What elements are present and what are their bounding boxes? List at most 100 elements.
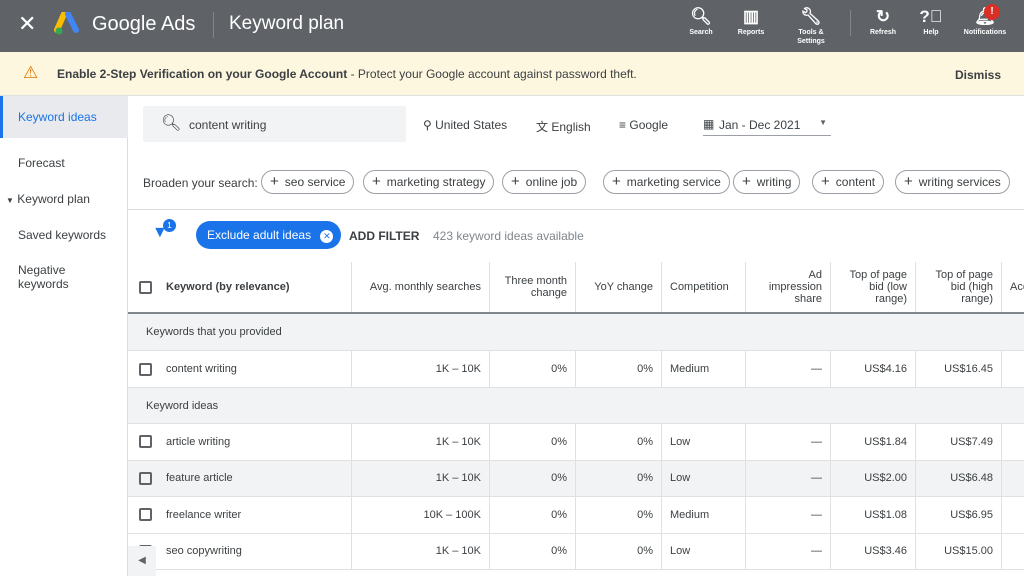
table-cell: 0% xyxy=(490,497,576,533)
toolbar-reports-button[interactable]: ▥ Reports xyxy=(726,7,776,37)
table-row: freelance writer 10K – 100K 0% 0% Medium — US$… xyxy=(128,497,1024,534)
sidebar-item-keyword-ideas[interactable]: Keyword ideas xyxy=(0,96,128,138)
broaden-chip[interactable]: + seo service xyxy=(261,170,355,194)
table-cell: Low xyxy=(662,533,746,569)
plus-icon: + xyxy=(742,173,751,190)
toolbar-search-button[interactable]: 🔍︎ Search xyxy=(676,7,726,37)
table-cell: 0% xyxy=(490,424,576,460)
table-cell: — xyxy=(746,497,831,533)
column-header[interactable]: YoY change xyxy=(576,262,662,312)
remove-filter-icon[interactable]: ✕ xyxy=(320,230,334,243)
page-title: Keyword plan xyxy=(229,13,345,34)
row-checkbox[interactable] xyxy=(139,362,152,376)
table-cell: Low xyxy=(662,460,746,496)
broaden-chip[interactable]: + content xyxy=(812,170,885,194)
table-row: article writing 1K – 10K 0% 0% Low — US$1.84 US… xyxy=(128,424,1024,461)
banner-text: Enable 2-Step Verification on your Googl… xyxy=(57,67,637,81)
sidebar-item-forecast[interactable]: Forecast xyxy=(0,156,128,170)
table-cell: 0% xyxy=(576,497,662,533)
column-header[interactable]: Three month change xyxy=(490,262,576,312)
close-icon[interactable]: ✕ xyxy=(18,11,36,37)
google-ads-logo xyxy=(54,12,79,35)
table-cell: US$3.46 xyxy=(831,533,916,569)
table-cell: US$2.00 xyxy=(831,460,916,496)
plus-icon: + xyxy=(821,173,830,190)
language-selector[interactable]: 文 English xyxy=(536,118,591,135)
column-header[interactable]: Avg. monthly searches xyxy=(352,262,490,312)
divider xyxy=(850,10,851,36)
translate-icon: 文 xyxy=(536,120,549,134)
broaden-chip[interactable]: + writing xyxy=(733,170,801,194)
network-selector[interactable]: ≡ Google xyxy=(619,118,668,132)
table-cell: 0% xyxy=(490,533,576,569)
row-checkbox[interactable] xyxy=(139,471,152,485)
filter-count-badge: 1 xyxy=(163,219,176,232)
broaden-chip[interactable]: + marketing strategy xyxy=(363,170,495,194)
plus-icon: + xyxy=(372,173,381,190)
row-checkbox[interactable] xyxy=(139,280,152,294)
group-header: Keywords that you provided xyxy=(128,314,1024,351)
toolbar-help-button[interactable]: ?⃝ Help xyxy=(906,7,956,37)
search-icon: 🔍︎ xyxy=(161,115,182,132)
row-checkbox[interactable] xyxy=(139,508,152,522)
broaden-chip[interactable]: + marketing service xyxy=(603,170,730,194)
exclude-adult-ideas-chip[interactable]: Exclude adult ideas ✕ xyxy=(196,221,342,249)
refresh-icon: ↻ xyxy=(875,7,891,26)
table-cell: Medium xyxy=(662,351,746,387)
table-header: Keyword (by relevance) Avg. monthly searc… xyxy=(128,262,1024,314)
row-checkbox[interactable] xyxy=(139,435,152,449)
table-row: seo copywriting 1K – 10K 0% 0% Low — US$3.46 US… xyxy=(128,533,1024,570)
column-header[interactable]: Keyword (by relevance) xyxy=(128,262,352,312)
column-header[interactable]: Top of page bid (high range) xyxy=(916,262,1002,312)
sidebar-item-saved-keywords[interactable]: Saved keywords xyxy=(0,228,128,242)
keyword-search-input[interactable]: 🔍︎ content writing xyxy=(143,106,406,142)
table-cell: US$6.95 xyxy=(916,497,1002,533)
add-filter-button[interactable]: ADD FILTER xyxy=(349,229,419,243)
column-header[interactable]: Competition xyxy=(662,262,746,312)
available-count: 423 keyword ideas available xyxy=(433,229,584,243)
reports-icon: ▥ xyxy=(742,7,760,26)
table-cell: 0% xyxy=(490,460,576,496)
group-header: Keyword ideas xyxy=(128,388,1024,424)
location-selector[interactable]: ⚲ United States xyxy=(423,118,507,132)
table-cell: — xyxy=(746,424,831,460)
location-pin-icon: ⚲ xyxy=(423,118,432,132)
toolbar-tools-settings-button[interactable]: 🔧︎ Tools & Settings xyxy=(786,7,836,46)
table-cell: 0% xyxy=(490,351,576,387)
main-panel: 🔍︎ content writing ⚲ United States 文 Eng… xyxy=(128,96,1024,576)
table-cell: article writing xyxy=(128,424,352,460)
sidebar-item-negative-keywords[interactable]: Negative keywords xyxy=(0,263,90,291)
table-cell: 0% xyxy=(576,533,662,569)
table-cell: — xyxy=(746,533,831,569)
date-range-dropdown[interactable]: ▦ Jan - Dec 2021 ▼ xyxy=(703,108,831,136)
table-cell: 1K – 10K xyxy=(352,351,490,387)
plus-icon: + xyxy=(270,173,279,190)
plus-icon: + xyxy=(612,173,621,190)
column-header[interactable]: Top of page bid (low range) xyxy=(831,262,916,312)
network-icon: ≡ xyxy=(619,118,627,132)
table-cell: 0% xyxy=(576,351,662,387)
brand-name: Google Ads xyxy=(92,13,196,35)
divider xyxy=(213,12,214,38)
chevron-down-icon: ▼ xyxy=(819,118,827,127)
broaden-label: Broaden your search: xyxy=(143,176,258,190)
table-cell: 1K – 10K xyxy=(352,460,490,496)
verification-banner: ⚠ Enable 2-Step Verification on your Goo… xyxy=(0,52,1024,96)
sidebar-item-keyword-plan[interactable]: ▼ Keyword plan xyxy=(0,192,128,206)
table-cell: US$4.16 xyxy=(831,351,916,387)
scroll-left-button[interactable]: ◀ xyxy=(128,546,156,576)
table-cell: US$15.00 xyxy=(916,533,1002,569)
broaden-chip[interactable]: + writing services xyxy=(895,170,1010,194)
broaden-chip[interactable]: + online job xyxy=(502,170,587,194)
column-header[interactable]: Acc xyxy=(1002,262,1024,312)
table-cell: 1K – 10K xyxy=(352,533,490,569)
search-icon: 🔍︎ xyxy=(690,7,712,26)
calendar-icon: ▦ xyxy=(703,117,715,131)
sidebar: Keyword ideas Forecast ▼ Keyword plan Sa… xyxy=(0,96,128,576)
dismiss-button[interactable]: Dismiss xyxy=(955,68,1001,82)
filter-bar: ▼ 1 Exclude adult ideas ✕ ADD FILTER 423… xyxy=(128,210,1024,262)
table-cell: 10K – 100K xyxy=(352,497,490,533)
toolbar-refresh-button[interactable]: ↻ Refresh xyxy=(858,7,908,37)
table-row: content writing 1K – 10K 0% 0% Medium — US$4.1… xyxy=(128,351,1024,388)
column-header[interactable]: Ad impression share xyxy=(746,262,831,312)
